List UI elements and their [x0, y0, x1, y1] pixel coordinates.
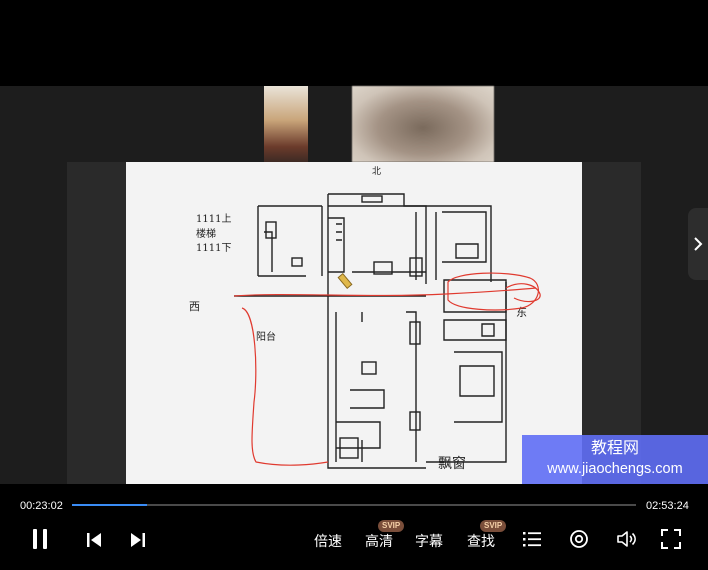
participant-camera-2	[352, 86, 494, 162]
fullscreen-icon	[661, 529, 681, 549]
video-area[interactable]: 北 西 东 1111上 楼梯 1111下 阳台 飘窗 教程网 www.jiaoc…	[0, 86, 708, 484]
skip-next-icon	[131, 533, 145, 547]
chevron-right-icon	[694, 237, 703, 251]
settings-icon	[570, 530, 588, 548]
progress-bar[interactable]	[72, 504, 636, 506]
playlist-button[interactable]	[522, 530, 542, 553]
speed-button[interactable]: 倍速	[314, 531, 342, 551]
volume-icon	[617, 531, 636, 547]
north-label: 北	[372, 166, 381, 177]
settings-button[interactable]	[569, 529, 589, 554]
stairs-label: 楼梯	[196, 227, 216, 240]
watermark-url: www.jiaochengs.com	[547, 461, 683, 477]
progress-fill	[72, 504, 147, 506]
west-label: 西	[189, 300, 200, 313]
balcony-label: 阳台	[256, 330, 276, 343]
fullscreen-button[interactable]	[661, 529, 681, 554]
floors-label: 1111上	[196, 213, 231, 225]
floor-plan-drawing: 北 西 东 1111上 楼梯 1111下 阳台 飘窗	[189, 166, 541, 472]
bay-window-label: 飘窗	[438, 455, 466, 472]
watermark-name: 教程网	[590, 440, 639, 457]
pause-icon	[33, 529, 47, 549]
list-icon	[523, 532, 541, 547]
volume-button[interactable]	[616, 529, 638, 554]
next-button[interactable]	[130, 532, 146, 553]
previous-button[interactable]	[86, 532, 102, 553]
current-time: 00:23:02	[20, 500, 63, 512]
pause-button[interactable]	[30, 528, 50, 555]
watermark: 教程网 www.jiaochengs.com	[522, 435, 708, 484]
skip-previous-icon	[87, 533, 101, 547]
total-time: 02:53:24	[646, 500, 689, 512]
quality-button[interactable]: 高清	[365, 531, 393, 551]
next-page-button[interactable]	[688, 208, 708, 280]
floor-plan-sketch: 北 西 东 1111上 楼梯 1111下 阳台 飘窗	[126, 162, 582, 484]
floors2-label: 1111下	[196, 243, 231, 254]
search-button[interactable]: 查找	[467, 531, 495, 551]
subtitle-button[interactable]: 字幕	[415, 531, 443, 551]
participant-camera-1	[264, 86, 308, 162]
